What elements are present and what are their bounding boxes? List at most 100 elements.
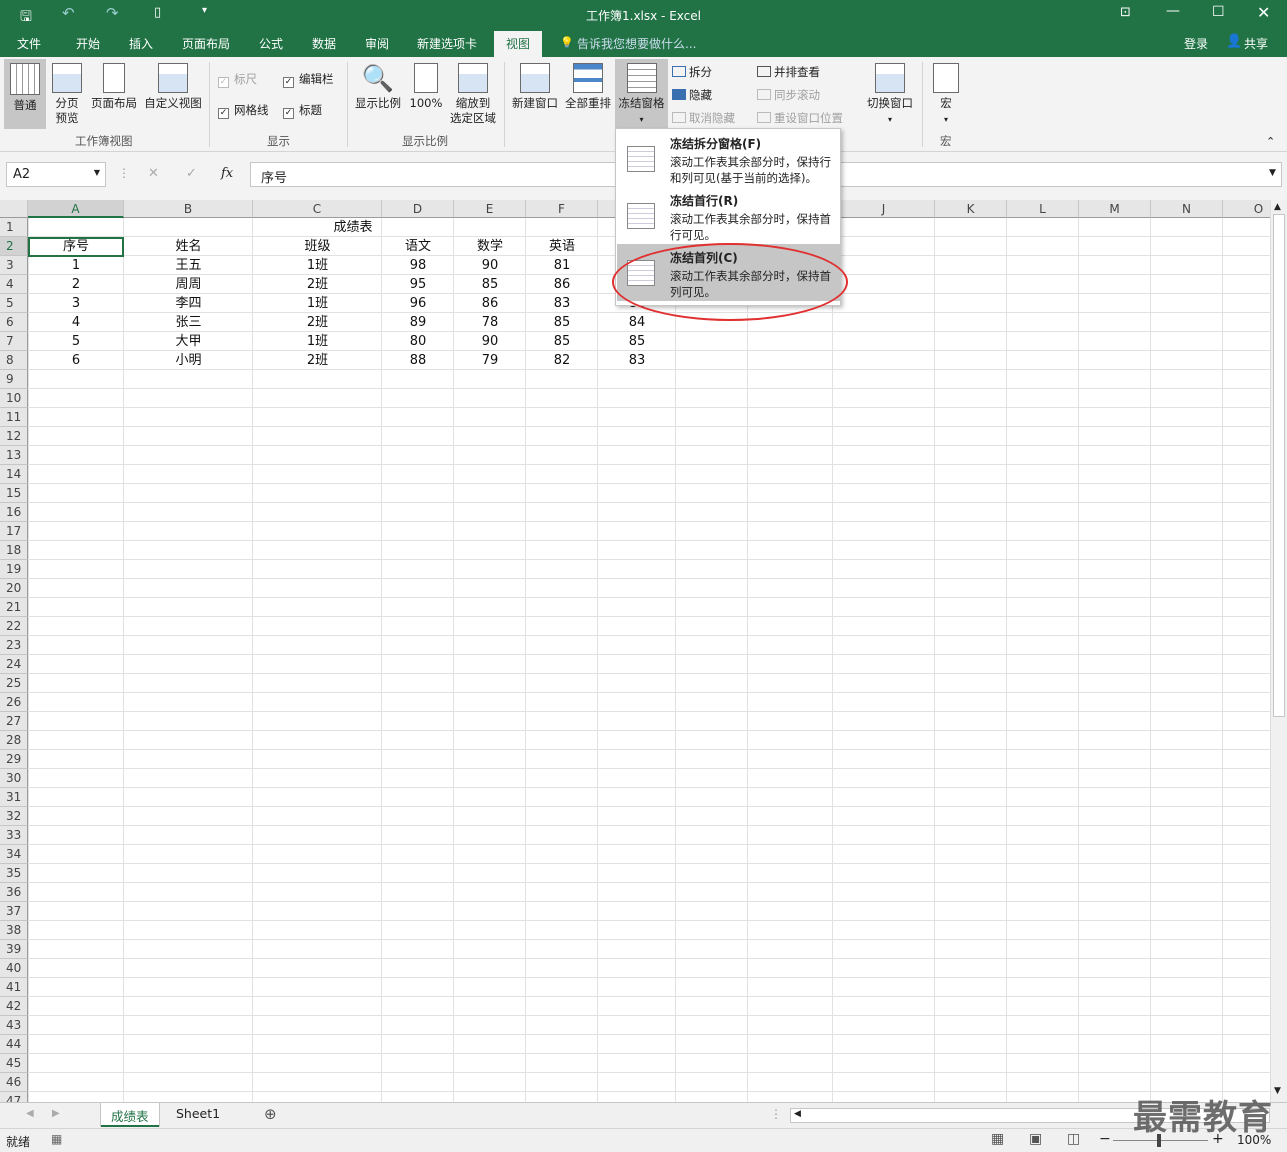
row-header[interactable]: 46 bbox=[0, 1073, 28, 1092]
data-cell[interactable]: 81 bbox=[526, 256, 598, 275]
row-header[interactable]: 21 bbox=[0, 598, 28, 617]
row-header[interactable]: 9 bbox=[0, 370, 28, 389]
sheet-tab-sheet1[interactable]: Sheet1 bbox=[166, 1103, 230, 1127]
tab-data[interactable]: 数据 bbox=[312, 35, 336, 52]
column-header-C[interactable]: C bbox=[253, 200, 382, 218]
data-cell[interactable]: 1班 bbox=[253, 256, 382, 275]
row-header[interactable]: 36 bbox=[0, 883, 28, 902]
row-header[interactable]: 1 bbox=[0, 218, 28, 237]
login-link[interactable]: 登录 bbox=[1184, 35, 1208, 52]
maximize-icon[interactable]: ☐ bbox=[1212, 4, 1225, 20]
row-header[interactable]: 37 bbox=[0, 902, 28, 921]
enter-icon[interactable]: ✓ bbox=[186, 166, 197, 181]
scroll-left-icon[interactable]: ◀ bbox=[794, 1109, 801, 1119]
tab-view[interactable]: 视图 bbox=[494, 31, 543, 57]
sync-scroll-button[interactable]: 同步滚动 bbox=[757, 87, 820, 103]
freeze-top-row-option[interactable]: 冻结首行(R) 滚动工作表其余部分时，保持首行可见。 bbox=[617, 187, 840, 244]
row-header[interactable]: 15 bbox=[0, 484, 28, 503]
header-cell[interactable]: 姓名 bbox=[124, 237, 253, 256]
data-cell[interactable]: 大甲 bbox=[124, 332, 253, 351]
data-cell[interactable]: 李四 bbox=[124, 294, 253, 313]
unhide-button[interactable]: 取消隐藏 bbox=[672, 110, 735, 126]
data-cell[interactable]: 3 bbox=[28, 294, 124, 313]
row-header[interactable]: 4 bbox=[0, 275, 28, 294]
row-header[interactable]: 24 bbox=[0, 655, 28, 674]
data-cell[interactable]: 85 bbox=[526, 332, 598, 351]
reset-window-position-button[interactable]: 重设窗口位置 bbox=[757, 110, 843, 126]
row-header[interactable]: 2 bbox=[0, 237, 28, 256]
arrange-all-button[interactable]: 全部重排 bbox=[562, 63, 614, 111]
header-cell[interactable]: 数学 bbox=[454, 237, 526, 256]
row-header[interactable]: 34 bbox=[0, 845, 28, 864]
tab-page-layout[interactable]: 页面布局 bbox=[182, 35, 230, 52]
data-cell[interactable]: 79 bbox=[454, 351, 526, 370]
row-header[interactable]: 6 bbox=[0, 313, 28, 332]
column-header-K[interactable]: K bbox=[935, 200, 1007, 218]
row-header[interactable]: 29 bbox=[0, 750, 28, 769]
row-header[interactable]: 17 bbox=[0, 522, 28, 541]
column-header-D[interactable]: D bbox=[382, 200, 454, 218]
header-cell[interactable]: 语文 bbox=[382, 237, 454, 256]
data-cell[interactable]: 2 bbox=[28, 275, 124, 294]
data-cell[interactable]: 90 bbox=[454, 256, 526, 275]
row-header[interactable]: 44 bbox=[0, 1035, 28, 1054]
freeze-panes-button[interactable]: 冻结窗格 ▾ bbox=[615, 59, 668, 129]
row-header[interactable]: 7 bbox=[0, 332, 28, 351]
row-header[interactable]: 8 bbox=[0, 351, 28, 370]
data-cell[interactable]: 2班 bbox=[253, 351, 382, 370]
ribbon-display-icon[interactable]: ⊡ bbox=[1120, 5, 1131, 20]
column-header-M[interactable]: M bbox=[1079, 200, 1151, 218]
data-cell[interactable]: 96 bbox=[382, 294, 454, 313]
data-cell[interactable]: 82 bbox=[526, 351, 598, 370]
data-cell[interactable]: 张三 bbox=[124, 313, 253, 332]
data-cell[interactable]: 2班 bbox=[253, 313, 382, 332]
page-layout-view-button[interactable]: 页面布局 bbox=[89, 63, 139, 111]
switch-windows-button[interactable]: 切换窗口 ▾ bbox=[862, 63, 918, 127]
column-header-E[interactable]: E bbox=[454, 200, 526, 218]
row-header[interactable]: 40 bbox=[0, 959, 28, 978]
page-break-view-icon[interactable]: ◫ bbox=[1067, 1131, 1080, 1147]
macros-button[interactable]: 宏 ▾ bbox=[927, 63, 965, 127]
data-cell[interactable]: 90 bbox=[454, 332, 526, 351]
row-header[interactable]: 47 bbox=[0, 1092, 28, 1102]
row-header[interactable]: 26 bbox=[0, 693, 28, 712]
row-header[interactable]: 31 bbox=[0, 788, 28, 807]
data-cell[interactable]: 85 bbox=[598, 332, 676, 351]
ruler-checkbox[interactable]: ✓ 标尺 bbox=[218, 71, 257, 88]
row-header[interactable]: 22 bbox=[0, 617, 28, 636]
data-cell[interactable]: 86 bbox=[526, 275, 598, 294]
column-header-N[interactable]: N bbox=[1151, 200, 1223, 218]
scroll-up-icon[interactable]: ▲ bbox=[1274, 202, 1281, 212]
row-header[interactable]: 13 bbox=[0, 446, 28, 465]
page-break-preview-button[interactable]: 分页 预览 bbox=[48, 63, 86, 126]
formula-bar-checkbox[interactable]: ✓ 编辑栏 bbox=[283, 71, 334, 88]
gridlines-checkbox[interactable]: ✓ 网格线 bbox=[218, 102, 269, 119]
close-icon[interactable]: ✕ bbox=[1257, 3, 1270, 22]
page-layout-view-icon[interactable]: ▣ bbox=[1029, 1131, 1042, 1147]
data-cell[interactable]: 88 bbox=[382, 351, 454, 370]
normal-view-icon[interactable]: ▦ bbox=[991, 1131, 1004, 1147]
column-header-J[interactable]: J bbox=[833, 200, 935, 218]
cancel-icon[interactable]: ✕ bbox=[148, 166, 159, 181]
data-cell[interactable]: 89 bbox=[382, 313, 454, 332]
data-cell[interactable]: 2班 bbox=[253, 275, 382, 294]
macro-record-icon[interactable]: ▦ bbox=[51, 1132, 62, 1146]
row-header[interactable]: 45 bbox=[0, 1054, 28, 1073]
headings-checkbox[interactable]: ✓ 标题 bbox=[283, 102, 322, 119]
row-header[interactable]: 39 bbox=[0, 940, 28, 959]
freeze-panes-option[interactable]: 冻结拆分窗格(F) 滚动工作表其余部分时，保持行和列可见(基于当前的选择)。 bbox=[617, 130, 840, 187]
data-cell[interactable]: 小明 bbox=[124, 351, 253, 370]
normal-view-button[interactable]: 普通 bbox=[4, 59, 46, 129]
tab-formulas[interactable]: 公式 bbox=[259, 35, 283, 52]
tab-review[interactable]: 审阅 bbox=[365, 35, 389, 52]
row-header[interactable]: 42 bbox=[0, 997, 28, 1016]
row-header[interactable]: 12 bbox=[0, 427, 28, 446]
data-cell[interactable]: 1班 bbox=[253, 332, 382, 351]
row-header[interactable]: 19 bbox=[0, 560, 28, 579]
worksheet-grid[interactable]: ABCDEFGHIJKLMNO 123456789101112131415161… bbox=[0, 200, 1270, 1102]
row-header[interactable]: 28 bbox=[0, 731, 28, 750]
column-header-B[interactable]: B bbox=[124, 200, 253, 218]
split-button[interactable]: 拆分 bbox=[672, 64, 712, 80]
row-header[interactable]: 35 bbox=[0, 864, 28, 883]
select-all-corner[interactable] bbox=[0, 200, 28, 218]
